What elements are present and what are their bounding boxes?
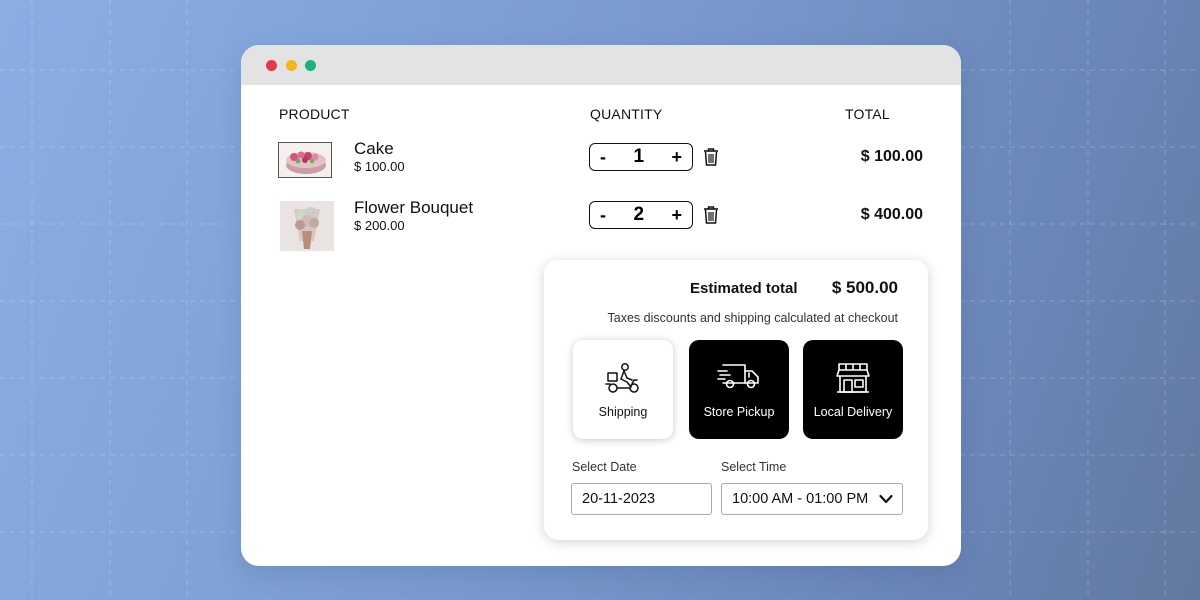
- decrement-button[interactable]: -: [600, 205, 606, 226]
- product-name: Cake: [354, 139, 394, 158]
- scooter-delivery-icon: [605, 363, 639, 393]
- decrement-button[interactable]: -: [600, 147, 606, 168]
- quantity-value[interactable]: 2: [633, 204, 644, 226]
- maximize-window-dot[interactable]: [305, 60, 316, 71]
- storefront-icon: [836, 363, 870, 393]
- increment-button[interactable]: +: [671, 205, 682, 226]
- estimated-total-label: Estimated total: [690, 280, 798, 297]
- local-delivery-option[interactable]: Local Delivery: [803, 340, 903, 439]
- trash-icon[interactable]: [703, 148, 719, 166]
- quantity-stepper: - 1 +: [589, 143, 693, 171]
- cart-row-cake: Cake $ 100.00 - 1 + $ 100.00: [241, 135, 961, 195]
- store-pickup-option[interactable]: Store Pickup: [689, 340, 789, 439]
- shipping-label: Shipping: [598, 405, 648, 419]
- taxes-note: Taxes discounts and shipping calculated …: [607, 311, 898, 325]
- cart-window: PRODUCT QUANTITY TOTAL Cake $ 100.00 - 1…: [241, 45, 961, 566]
- cart-row-flower-bouquet: Flower Bouquet $ 200.00 - 2 + $ 400.00: [241, 194, 961, 254]
- close-window-dot[interactable]: [266, 60, 277, 71]
- product-price: $ 200.00: [354, 218, 405, 233]
- cake-thumbnail: [278, 142, 332, 178]
- product-name: Flower Bouquet: [354, 198, 474, 217]
- quantity-column-header: QUANTITY: [590, 106, 663, 122]
- local-delivery-label: Local Delivery: [813, 405, 893, 419]
- select-time-label: Select Time: [721, 460, 787, 474]
- title-bar: [241, 45, 961, 85]
- quantity-value[interactable]: 1: [633, 146, 644, 168]
- date-field[interactable]: 20-11-2023: [571, 483, 712, 515]
- estimated-total-value: $ 500.00: [831, 278, 898, 297]
- bouquet-thumbnail: [280, 201, 334, 251]
- time-select[interactable]: 10:00 AM - 01:00 PM: [721, 483, 903, 515]
- store-pickup-label: Store Pickup: [703, 405, 775, 419]
- chevron-down-icon: [879, 494, 893, 504]
- row-total: $ 400.00: [860, 206, 923, 223]
- delivery-truck-icon: [717, 364, 759, 389]
- total-column-header: TOTAL: [845, 106, 890, 122]
- select-date-label: Select Date: [572, 460, 637, 474]
- trash-icon[interactable]: [703, 206, 719, 224]
- row-total: $ 100.00: [860, 148, 923, 165]
- product-price: $ 100.00: [354, 159, 405, 174]
- increment-button[interactable]: +: [671, 147, 682, 168]
- shipping-option[interactable]: Shipping: [573, 340, 673, 439]
- product-column-header: PRODUCT: [279, 106, 350, 122]
- time-select-value: 10:00 AM - 01:00 PM: [732, 491, 869, 507]
- minimize-window-dot[interactable]: [286, 60, 297, 71]
- order-summary-card: Estimated total $ 500.00 Taxes discounts…: [544, 260, 928, 540]
- quantity-stepper: - 2 +: [589, 201, 693, 229]
